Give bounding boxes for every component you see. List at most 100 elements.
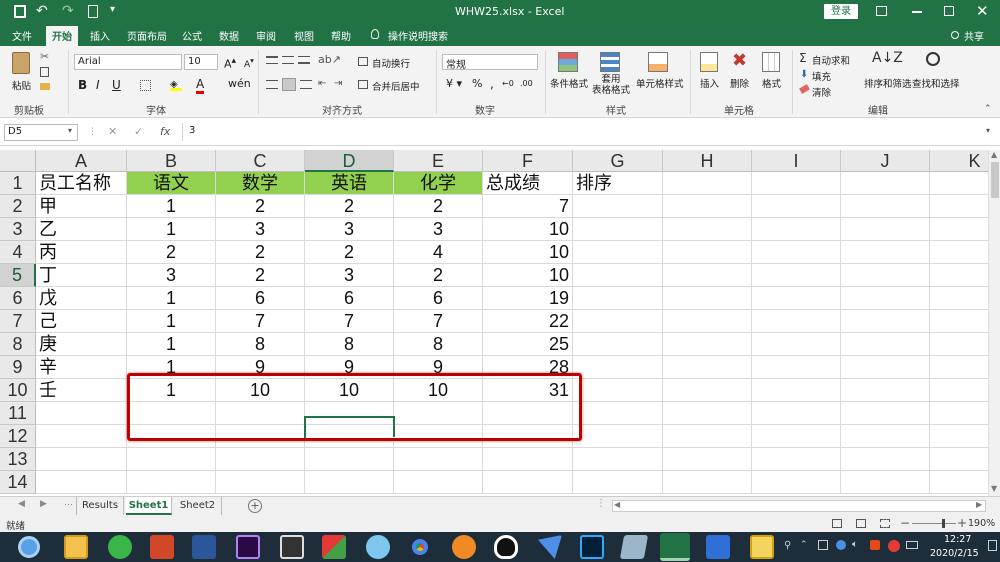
row-header-13[interactable]: 13 xyxy=(0,448,36,471)
cell-e13[interactable] xyxy=(394,448,483,471)
align-left-icon[interactable] xyxy=(266,80,278,89)
cell-f7[interactable]: 22 xyxy=(483,310,573,333)
prev-sheet-icon[interactable]: ◀ xyxy=(18,499,25,509)
qq-icon[interactable] xyxy=(494,535,518,559)
video-editor-icon[interactable] xyxy=(280,535,304,559)
column-header-e[interactable]: E xyxy=(394,150,483,172)
format-painter-icon[interactable] xyxy=(40,83,50,90)
cell-d3[interactable]: 3 xyxy=(305,218,394,241)
column-header-j[interactable]: J xyxy=(841,150,930,172)
font-color-button[interactable]: A xyxy=(196,77,205,94)
align-middle-icon[interactable] xyxy=(282,56,294,64)
cell-i9[interactable] xyxy=(752,356,841,379)
row-header-1[interactable]: 1 xyxy=(0,172,36,195)
column-header-g[interactable]: G xyxy=(573,150,663,172)
decrease-decimal-button[interactable]: .00 xyxy=(520,79,533,88)
row-header-12[interactable]: 12 xyxy=(0,425,36,448)
cell-b14[interactable] xyxy=(127,471,216,494)
cell-j11[interactable] xyxy=(841,402,930,425)
cell-f13[interactable] xyxy=(483,448,573,471)
cell-d7[interactable]: 7 xyxy=(305,310,394,333)
cell-g7[interactable] xyxy=(573,310,663,333)
cell-g11[interactable] xyxy=(573,402,663,425)
cell-g6[interactable] xyxy=(573,287,663,310)
find-select-button[interactable]: 查找和选择 xyxy=(912,76,960,90)
cell-i1[interactable] xyxy=(752,172,841,195)
row-header-14[interactable]: 14 xyxy=(0,471,36,494)
cell-e4[interactable]: 4 xyxy=(394,241,483,264)
sort-filter-button[interactable]: 排序和筛选 xyxy=(864,76,912,90)
cell-g13[interactable] xyxy=(573,448,663,471)
page-layout-view-icon[interactable] xyxy=(856,519,866,528)
zoom-level[interactable]: 190% xyxy=(968,518,995,529)
word-icon[interactable] xyxy=(192,535,216,559)
comma-button[interactable]: , xyxy=(490,77,494,91)
cell-j1[interactable] xyxy=(841,172,930,195)
cell-h1[interactable] xyxy=(663,172,752,195)
sheet-tab-sheet1[interactable]: Sheet1 xyxy=(126,497,172,515)
confirm-entry-icon[interactable]: ✓ xyxy=(134,125,143,138)
sheet-tab-sheet2[interactable]: Sheet2 xyxy=(174,497,222,515)
select-all-corner[interactable] xyxy=(0,150,36,172)
close-icon[interactable]: ✕ xyxy=(976,2,989,20)
cell-h13[interactable] xyxy=(663,448,752,471)
cell-j6[interactable] xyxy=(841,287,930,310)
file-explorer-icon[interactable] xyxy=(64,535,88,559)
tab-data[interactable]: 数据 xyxy=(219,28,239,43)
share-icon[interactable] xyxy=(951,31,959,39)
align-right-icon[interactable] xyxy=(300,80,312,89)
cell-b8[interactable]: 1 xyxy=(127,333,216,356)
cell-k8[interactable] xyxy=(930,333,988,356)
fill-button[interactable]: 填充 xyxy=(812,69,831,83)
scroll-down-icon[interactable]: ▼ xyxy=(991,484,997,493)
font-name-select[interactable]: Arial xyxy=(74,54,182,70)
row-header-11[interactable]: 11 xyxy=(0,402,36,425)
cell-g1[interactable]: 排序 xyxy=(573,172,663,195)
cell-b4[interactable]: 2 xyxy=(127,241,216,264)
tab-file[interactable]: 文件 xyxy=(12,28,32,43)
insert-cells-button[interactable]: 插入 xyxy=(700,76,719,90)
cell-i8[interactable] xyxy=(752,333,841,356)
clock-date[interactable]: 2020/2/15 xyxy=(930,548,979,559)
cell-f3[interactable]: 10 xyxy=(483,218,573,241)
redo-icon[interactable]: ↷ xyxy=(62,3,74,19)
cell-a1[interactable]: 员工名称 xyxy=(36,172,127,195)
zoom-slider[interactable] xyxy=(912,523,956,524)
wrap-text-button[interactable]: 自动换行 xyxy=(372,56,410,70)
column-header-c[interactable]: C xyxy=(216,150,305,172)
conditional-format-button[interactable]: 条件格式 xyxy=(550,76,588,90)
cell-h8[interactable] xyxy=(663,333,752,356)
cell-g2[interactable] xyxy=(573,195,663,218)
cell-f14[interactable] xyxy=(483,471,573,494)
grow-font-button[interactable]: A▴ xyxy=(224,55,236,71)
collapse-ribbon-icon[interactable]: ⌃ xyxy=(984,104,992,114)
tab-page-layout[interactable]: 页面布局 xyxy=(127,28,167,43)
tell-me-search[interactable]: 操作说明搜索 xyxy=(388,28,448,43)
tray-ime-icon[interactable] xyxy=(888,540,900,552)
cell-j10[interactable] xyxy=(841,379,930,402)
cell-i14[interactable] xyxy=(752,471,841,494)
cell-f4[interactable]: 10 xyxy=(483,241,573,264)
cell-k6[interactable] xyxy=(930,287,988,310)
cell-b5[interactable]: 3 xyxy=(127,264,216,287)
delete-cells-button[interactable]: 删除 xyxy=(730,76,749,90)
cell-i11[interactable] xyxy=(752,402,841,425)
share-button[interactable]: 共享 xyxy=(964,28,984,43)
cell-e2[interactable]: 2 xyxy=(394,195,483,218)
cell-d13[interactable] xyxy=(305,448,394,471)
insert-cells-icon[interactable] xyxy=(700,52,718,72)
feishu-icon[interactable] xyxy=(538,535,562,559)
sheet-tab-results[interactable]: Results xyxy=(76,497,124,515)
cell-a14[interactable] xyxy=(36,471,127,494)
cell-j13[interactable] xyxy=(841,448,930,471)
cell-h12[interactable] xyxy=(663,425,752,448)
align-center-icon[interactable] xyxy=(282,78,296,91)
cell-c5[interactable]: 2 xyxy=(216,264,305,287)
row-header-9[interactable]: 9 xyxy=(0,356,36,379)
cell-i13[interactable] xyxy=(752,448,841,471)
row-header-6[interactable]: 6 xyxy=(0,287,36,310)
tab-split-icon[interactable]: ⋮ xyxy=(596,498,606,509)
hscroll-right-icon[interactable]: ▶ xyxy=(976,500,982,509)
cell-b7[interactable]: 1 xyxy=(127,310,216,333)
chat-app-icon[interactable] xyxy=(366,535,390,559)
